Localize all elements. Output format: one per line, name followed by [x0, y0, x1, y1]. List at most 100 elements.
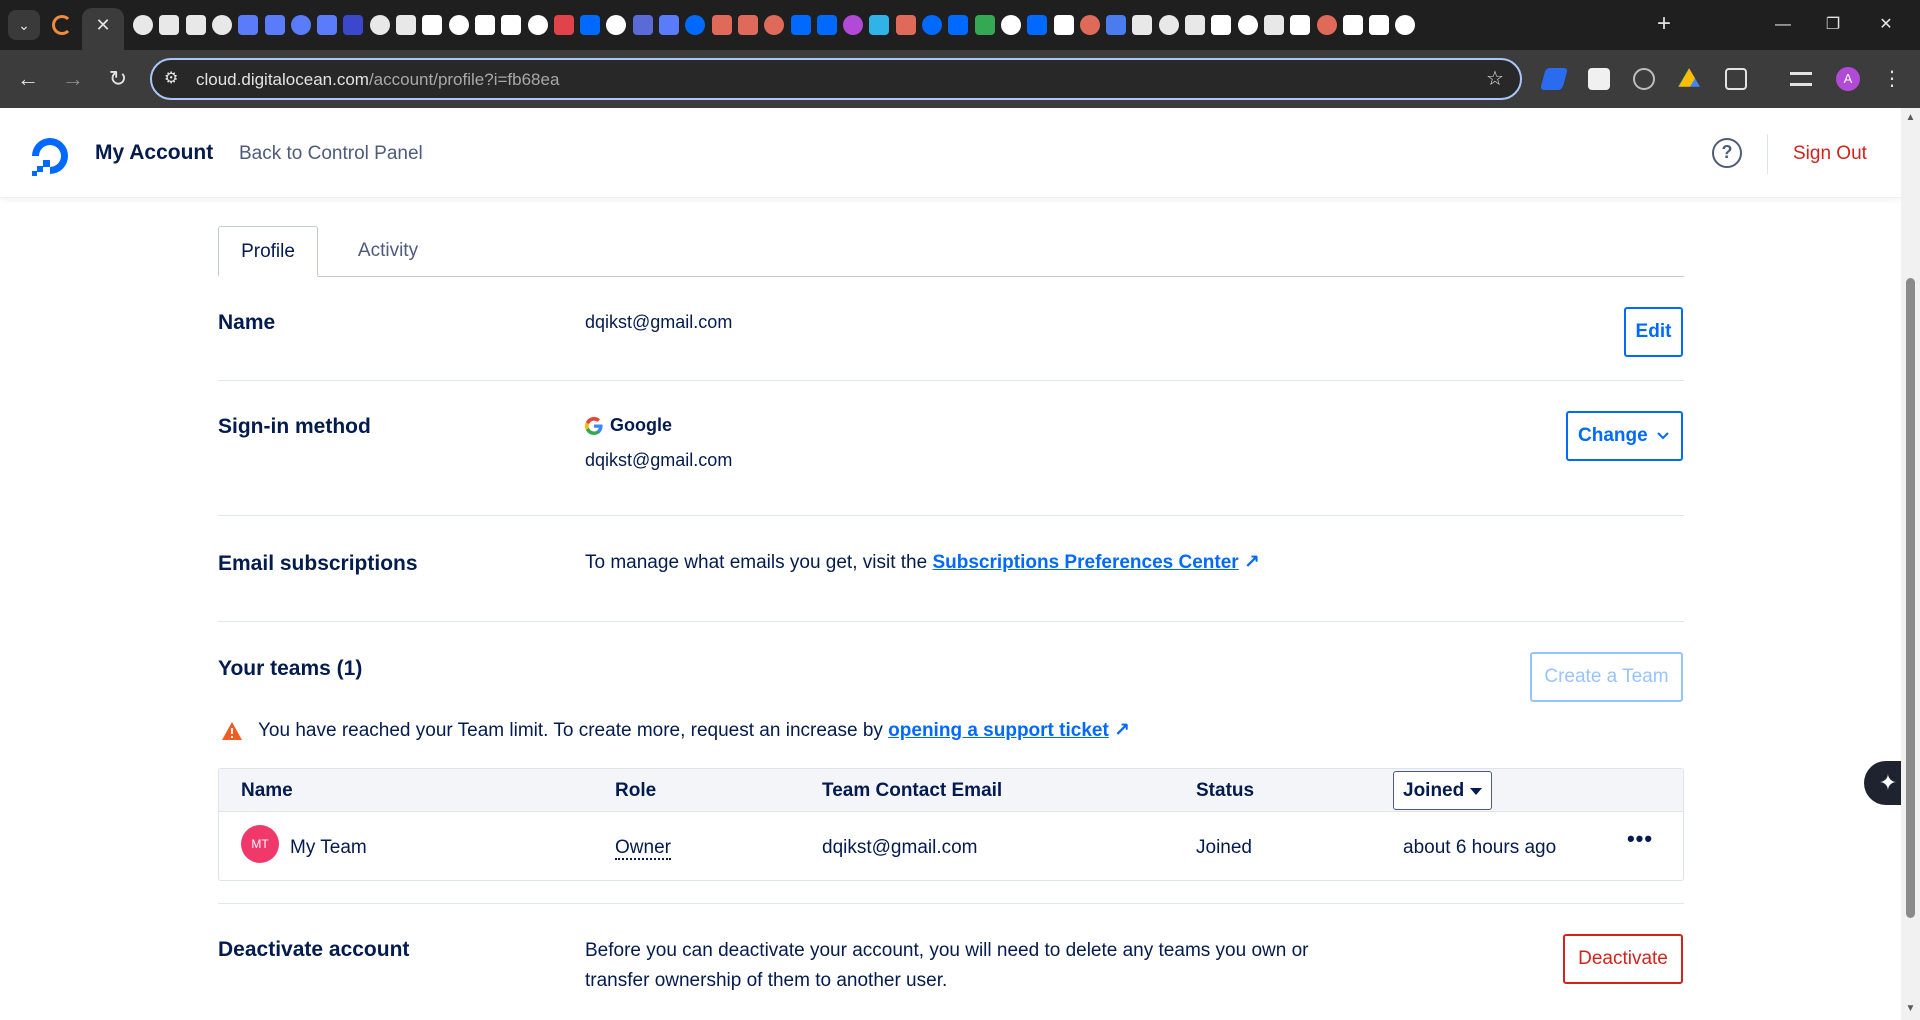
tab-favicon[interactable]: [843, 15, 863, 35]
more-options-icon[interactable]: •••: [1624, 828, 1656, 855]
page-scrollbar[interactable]: ▲ ▼: [1901, 108, 1920, 1020]
forward-arrow-icon[interactable]: →: [58, 64, 88, 94]
team-role-label: Owner: [615, 837, 671, 860]
close-window-button[interactable]: ✕: [1866, 12, 1906, 38]
change-signin-button[interactable]: Change: [1566, 411, 1683, 461]
tab-favicon[interactable]: [238, 15, 258, 35]
media-controls-icon[interactable]: [1790, 72, 1812, 86]
scroll-up-arrow-icon[interactable]: ▲: [1905, 112, 1916, 123]
address-bar[interactable]: ⚙ cloud.digitalocean.com/account/profile…: [150, 58, 1522, 100]
bookmark-star-icon[interactable]: ☆: [1484, 68, 1506, 90]
tab-favicon[interactable]: [1369, 15, 1389, 35]
team-name[interactable]: My Team: [290, 837, 367, 859]
tab-favicon[interactable]: [922, 15, 942, 35]
subscriptions-preferences-link[interactable]: Subscriptions Preferences Center: [932, 552, 1238, 573]
tab-profile[interactable]: Profile: [218, 226, 318, 277]
tab-favicon[interactable]: [554, 15, 574, 35]
tab-favicon[interactable]: [501, 15, 521, 35]
signin-method-label: Sign-in method: [218, 415, 371, 438]
tab-favicon[interactable]: [764, 15, 784, 35]
tab-favicon[interactable]: [1264, 15, 1284, 35]
tab-favicon[interactable]: [685, 15, 705, 35]
minimize-button[interactable]: —: [1763, 12, 1803, 38]
reload-icon[interactable]: ↻: [103, 64, 133, 94]
url-text[interactable]: cloud.digitalocean.com/account/profile?i…: [196, 70, 559, 90]
tab-favicon[interactable]: [975, 15, 995, 35]
tab-favicon[interactable]: [948, 15, 968, 35]
tab-favicon[interactable]: [317, 15, 337, 35]
tab-favicon[interactable]: [422, 15, 442, 35]
help-icon[interactable]: ?: [1712, 138, 1742, 168]
tab-favicon-pinned[interactable]: [52, 15, 72, 35]
tab-favicon[interactable]: [291, 15, 311, 35]
tab-favicon[interactable]: [791, 15, 811, 35]
tab-favicon[interactable]: [265, 15, 285, 35]
tab-favicon[interactable]: [186, 15, 206, 35]
edit-name-button[interactable]: Edit: [1624, 307, 1683, 357]
tab-favicon[interactable]: [1080, 15, 1100, 35]
tab-favicon[interactable]: [212, 15, 232, 35]
deactivate-button[interactable]: Deactivate: [1563, 934, 1683, 984]
scroll-down-arrow-icon[interactable]: ▼: [1905, 1003, 1916, 1014]
tab-favicon[interactable]: [1001, 15, 1021, 35]
extension-circle-icon[interactable]: [1633, 68, 1655, 90]
tab-favicon[interactable]: [1290, 15, 1310, 35]
tab-favicon[interactable]: [1027, 15, 1047, 35]
tab-favicon[interactable]: [370, 15, 390, 35]
tab-favicon[interactable]: [633, 15, 653, 35]
tab-favicon[interactable]: [1159, 15, 1179, 35]
joined-sort-select[interactable]: Joined: [1393, 771, 1492, 810]
tab-favicon[interactable]: [396, 15, 416, 35]
google-drive-icon[interactable]: [1678, 68, 1700, 87]
create-team-button[interactable]: Create a Team: [1530, 652, 1683, 702]
tab-favicon[interactable]: [1106, 15, 1126, 35]
extension-game-icon[interactable]: [1588, 68, 1610, 90]
support-ticket-link[interactable]: opening a support ticket: [888, 720, 1109, 741]
tab-favicon[interactable]: [1238, 15, 1258, 35]
new-tab-button[interactable]: +: [1652, 12, 1676, 36]
tab-favicon[interactable]: [1132, 15, 1152, 35]
tab-favicon[interactable]: [1054, 15, 1074, 35]
tab-favicon[interactable]: [528, 15, 548, 35]
external-link-icon: ↗: [1238, 552, 1260, 573]
tab-favicon[interactable]: [580, 15, 600, 35]
browser-tab-strip: ⌄ ✕ + — ❐ ✕: [0, 0, 1920, 50]
sign-out-link[interactable]: Sign Out: [1793, 143, 1867, 165]
tab-favicon[interactable]: [1317, 15, 1337, 35]
deactivate-account-text: Before you can deactivate your account, …: [585, 940, 1309, 991]
extensions-puzzle-icon[interactable]: [1725, 68, 1747, 90]
back-to-control-panel-link[interactable]: Back to Control Panel: [239, 143, 423, 165]
caret-down-icon: [1470, 788, 1482, 795]
tab-favicon[interactable]: [1211, 15, 1231, 35]
tab-favicon[interactable]: [1185, 15, 1205, 35]
tab-favicon[interactable]: [133, 15, 153, 35]
tab-favicon[interactable]: [1343, 15, 1363, 35]
deactivate-account-label: Deactivate account: [218, 938, 410, 961]
tab-close-icon[interactable]: ✕: [92, 14, 114, 36]
tab-favicon[interactable]: [738, 15, 758, 35]
tab-favicon[interactable]: [606, 15, 626, 35]
tab-search-button[interactable]: ⌄: [8, 10, 40, 40]
tab-favicon[interactable]: [817, 15, 837, 35]
tab-favicon[interactable]: [1395, 15, 1415, 35]
tab-favicon[interactable]: [449, 15, 469, 35]
back-arrow-icon[interactable]: ←: [13, 64, 43, 94]
tab-favicon[interactable]: [712, 15, 732, 35]
site-settings-icon[interactable]: ⚙: [164, 69, 184, 89]
tab-activity[interactable]: Activity: [338, 226, 438, 277]
chrome-menu-icon[interactable]: ⋮: [1882, 64, 1902, 94]
restore-button[interactable]: ❐: [1813, 12, 1853, 38]
team-role[interactable]: Owner: [615, 837, 671, 860]
tab-favicon[interactable]: [896, 15, 916, 35]
scrollbar-thumb[interactable]: [1906, 278, 1915, 918]
tab-favicon[interactable]: [869, 15, 889, 35]
tab-favicon[interactable]: [343, 15, 363, 35]
extension-arrow-icon[interactable]: [1540, 68, 1568, 90]
digitalocean-logo-icon[interactable]: [28, 134, 72, 178]
tab-favicon[interactable]: [475, 15, 495, 35]
team-limit-warning: You have reached your Team limit. To cre…: [258, 719, 1130, 742]
chrome-profile-avatar[interactable]: A: [1836, 67, 1860, 91]
tab-favicon[interactable]: [659, 15, 679, 35]
warning-icon: [222, 722, 242, 740]
tab-favicon[interactable]: [159, 15, 179, 35]
